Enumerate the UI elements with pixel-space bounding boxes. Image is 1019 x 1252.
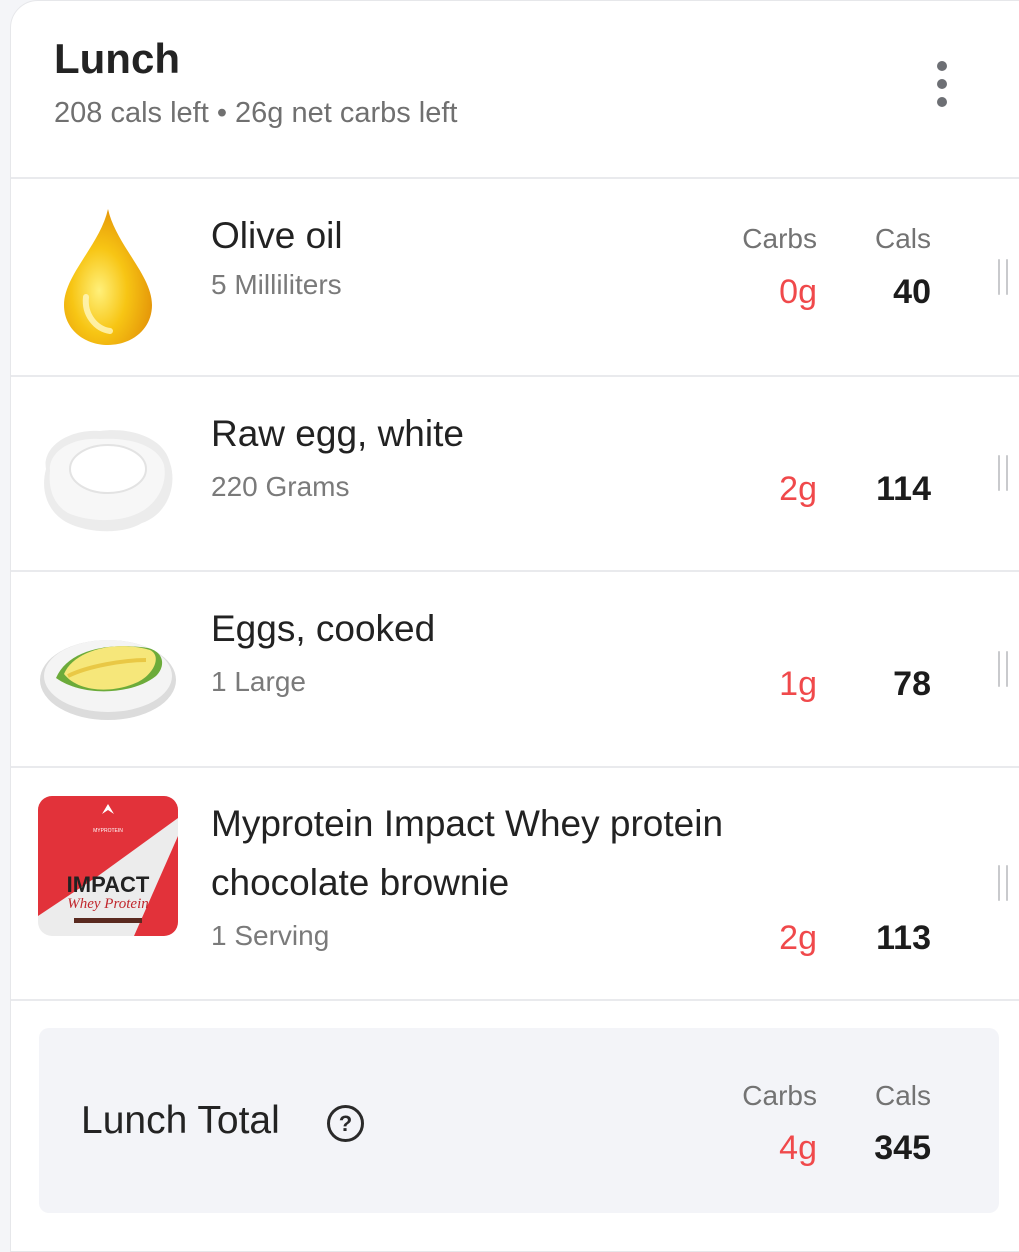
food-carbs: 0g xyxy=(779,273,817,311)
food-cals: 40 xyxy=(893,273,931,311)
myprotein-pack-icon: IMPACT Whey Protein MYPROTEIN xyxy=(38,796,178,936)
drag-handle-icon[interactable] xyxy=(998,651,1008,687)
meal-total-label: Lunch Total xyxy=(81,1099,280,1142)
food-row[interactable]: IMPACT Whey Protein MYPROTEIN Myprotein … xyxy=(11,768,1019,1000)
food-carbs: 2g xyxy=(779,919,817,957)
meal-remaining-summary: 208 cals left • 26g net carbs left xyxy=(54,97,458,129)
carbs-column-label: Carbs xyxy=(742,1080,817,1111)
drag-handle-icon[interactable] xyxy=(998,865,1008,901)
food-row[interactable]: Raw egg, white 220 Grams 2g 114 xyxy=(11,377,1019,571)
question-circle-icon[interactable]: ? xyxy=(327,1105,364,1142)
meal-header: Lunch 208 cals left • 26g net carbs left xyxy=(11,1,1019,178)
more-vertical-icon[interactable] xyxy=(921,56,963,112)
total-cals: 345 xyxy=(874,1129,931,1167)
food-row[interactable]: Olive oil 5 Milliliters Carbs Cals 0g 40 xyxy=(11,179,1019,375)
cals-column-label: Cals xyxy=(874,223,931,254)
raw-egg-white-icon xyxy=(44,430,173,532)
cals-column-label: Cals xyxy=(874,1080,931,1111)
food-name: Eggs, cooked xyxy=(211,608,436,649)
meal-total: Lunch Total ? Carbs Cals 4g 345 xyxy=(39,1028,999,1213)
divider xyxy=(11,999,1019,1001)
olive-oil-drop-icon xyxy=(64,209,152,345)
omelette-plate-icon xyxy=(40,640,176,720)
food-cals: 78 xyxy=(893,665,931,703)
drag-handle-icon[interactable] xyxy=(998,455,1008,491)
carbs-column-label: Carbs xyxy=(742,223,817,254)
pack-whey-text: Whey Protein xyxy=(67,896,149,912)
food-name: Myprotein Impact Whey protein chocolate … xyxy=(211,803,724,903)
food-row[interactable]: Eggs, cooked 1 Large 1g 78 xyxy=(11,572,1019,767)
pack-impact-text: IMPACT xyxy=(67,872,150,897)
meal-card: Lunch 208 cals left • 26g net carbs left… xyxy=(10,0,1019,1252)
pack-brand-text: MYPROTEIN xyxy=(93,828,123,834)
meal-title: Lunch xyxy=(54,35,180,82)
drag-handle-icon[interactable] xyxy=(998,259,1008,295)
food-serving: 220 Grams xyxy=(211,471,350,502)
food-serving: 1 Large xyxy=(211,666,306,697)
food-serving: 1 Serving xyxy=(211,920,330,951)
total-carbs: 4g xyxy=(779,1129,817,1167)
food-carbs: 1g xyxy=(779,665,817,703)
food-name: Raw egg, white xyxy=(211,413,464,454)
food-serving: 5 Milliliters xyxy=(211,269,342,300)
food-cals: 114 xyxy=(876,470,931,508)
food-cals: 113 xyxy=(876,919,931,957)
food-carbs: 2g xyxy=(779,470,817,508)
